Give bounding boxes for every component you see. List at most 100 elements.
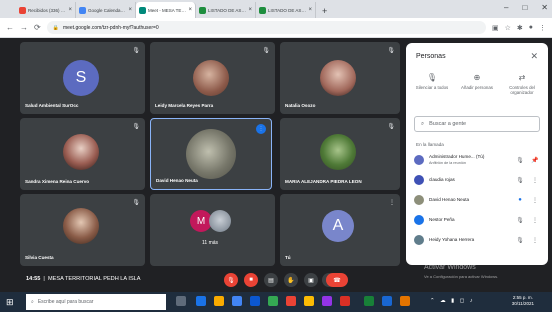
app-icon[interactable] [400,296,410,306]
participant-name: David Henao Neuta [156,178,198,183]
search-icon: ⌕ [421,120,425,127]
person-name: Administrador Hume... (Tú) [429,154,485,160]
participant-tile[interactable]: 🎙 S Salud Ambiental SurOcc [20,42,145,114]
browser-tab[interactable]: Google Calendar - martes, 3× [76,2,136,18]
chrome-icon[interactable] [268,296,278,306]
more-count: 11 más [202,240,219,246]
self-tile[interactable]: ⋮ A Tú [280,194,400,266]
avatar [186,129,236,179]
taskview-icon[interactable] [176,296,186,306]
excel-icon[interactable] [364,296,374,306]
mic-off-icon: 🎙 [387,124,395,130]
avatar [63,134,99,170]
more-options-icon[interactable]: ⋮ [389,199,395,206]
more-options-icon[interactable]: ⋮ [530,217,540,224]
store-icon[interactable] [232,296,242,306]
windows-start-icon[interactable]: ⊞ [6,297,14,308]
sheets-icon [199,6,206,14]
mail-icon[interactable] [250,296,260,306]
leave-call-button[interactable]: ☎ [326,273,348,287]
person-row[interactable]: David Henao Neuta ● ⋮ [414,191,540,209]
more-options-icon[interactable]: ⋮ [530,237,540,244]
menu-icon[interactable]: ⋮ [539,24,546,32]
close-icon[interactable]: ✕ [530,51,538,62]
star-icon[interactable]: ☆ [505,24,511,32]
mic-off-icon[interactable]: 🎙 [515,237,525,244]
lock-icon: 🔒 [52,24,59,31]
add-people-button[interactable]: ⊕ Añadir personas [455,73,499,90]
activate-windows-text: Ve a Configuración para activar Windows. [424,274,499,279]
person-row[interactable]: Heidy Yohana Herrera 🎙 ⋮ [414,231,540,249]
close-icon[interactable]: × [68,7,72,13]
participant-tile[interactable]: 🎙 Silvia Cuesta [20,194,145,266]
participant-name: Sandra Ximena Reina Cuervo [25,179,90,184]
mute-all-button[interactable]: 🎙 Silenciar a todos [410,73,454,90]
mic-off-icon[interactable]: 🎙 [515,177,525,184]
avatar [414,155,424,165]
forward-icon[interactable]: → [20,23,28,32]
people-search-input[interactable]: ⌕ Buscar a gente [414,116,540,132]
mic-off-icon: 🎙 [132,200,140,206]
camera-icon[interactable]: ▣ [492,24,499,32]
present-button[interactable]: ▣ [304,273,318,287]
browser-tab[interactable]: Recibidos (336) - fvmendalis× [16,2,76,18]
participant-tile[interactable]: 🎙 Leidy Marcela Reyes Parra [150,42,275,114]
close-icon[interactable]: × [308,7,312,13]
participant-name: Silvia Cuesta [25,255,54,260]
browser-tab[interactable]: LISTADO DE ASISTENCIA M.× [256,2,316,18]
avatar [193,60,229,96]
participant-tile[interactable]: 🎙 Sandra Ximena Reina Cuervo [20,118,145,190]
url-field[interactable]: 🔒 meet.google.com/tzr-pdnh-myf?authuser=… [46,21,486,34]
avatar [414,175,424,185]
raise-hand-button[interactable]: ✋ [284,273,298,287]
more-options-icon[interactable]: ⋮ [530,177,540,184]
app-icon[interactable] [322,296,332,306]
system-tray-icons[interactable]: ⌃ ☁ ▮ ◻ ♪ [430,298,475,304]
participant-tile[interactable]: 🎙 MARIA ALEJANDRA PIEDRA LEON [280,118,400,190]
clock[interactable]: 2:55 p. m. 30/11/2021 [512,295,534,307]
camera-toggle-button[interactable]: ■ [244,273,258,287]
close-window-button[interactable]: ✕ [541,3,548,12]
minimize-button[interactable]: – [504,3,508,12]
edge-icon[interactable] [196,296,206,306]
reload-icon[interactable]: ⟳ [34,23,41,32]
search-icon: ⌕ [31,299,34,305]
browser-tab[interactable]: LISTADO DE ASISTENCIA M.× [196,2,256,18]
word-icon[interactable] [382,296,392,306]
maximize-button[interactable]: □ [522,3,527,12]
person-row[interactable]: claudia rojas 🎙 ⋮ [414,171,540,189]
app-icon[interactable] [340,296,350,306]
profile-icon[interactable]: ● [529,24,533,31]
extensions-icon[interactable]: ✱ [517,24,523,32]
back-icon[interactable]: ← [6,23,14,32]
person-row[interactable]: Nestor Peña 🎙 ⋮ [414,211,540,229]
participant-tile[interactable]: 🎙 Natalia Osozo [280,42,400,114]
more-options-icon[interactable]: ⋮ [530,197,540,204]
host-controls-button[interactable]: ⇄ Controles del organizador [500,73,544,95]
explorer-icon[interactable] [214,296,224,306]
captions-button[interactable]: ▤ [264,273,278,287]
meet-icon [139,6,146,14]
browser-tab-active[interactable]: Meet - MESA TERRITORI× [136,2,196,18]
taskbar-search-input[interactable]: ⌕ Escribe aquí para buscar [26,294,166,310]
pin-icon[interactable]: 📌 [530,157,540,164]
person-row[interactable]: Administrador Hume... (Tú) Anfitrión de l… [414,151,540,169]
mic-off-icon[interactable]: 🎙 [515,217,525,224]
app-icon[interactable] [286,296,296,306]
panel-title: Personas [416,53,446,60]
participant-tile-active[interactable]: ⋮ David Henao Neuta [150,118,272,190]
address-bar: ← → ⟳ 🔒 meet.google.com/tzr-pdnh-myf?aut… [0,18,552,38]
avatar [414,195,424,205]
mic-off-icon[interactable]: 🎙 [515,157,525,164]
new-tab-button[interactable]: + [322,6,327,16]
person-name: David Henao Neuta [429,197,470,203]
person-name: claudia rojas [429,177,455,183]
speaking-icon: ● [518,197,522,203]
close-icon[interactable]: × [188,7,192,13]
mic-toggle-button[interactable]: 🎙 [224,273,238,287]
app-icon[interactable] [304,296,314,306]
sheets-icon [259,6,266,14]
close-icon[interactable]: × [248,7,252,13]
close-icon[interactable]: × [128,7,132,13]
more-participants-tile[interactable]: M 11 más [150,194,275,266]
